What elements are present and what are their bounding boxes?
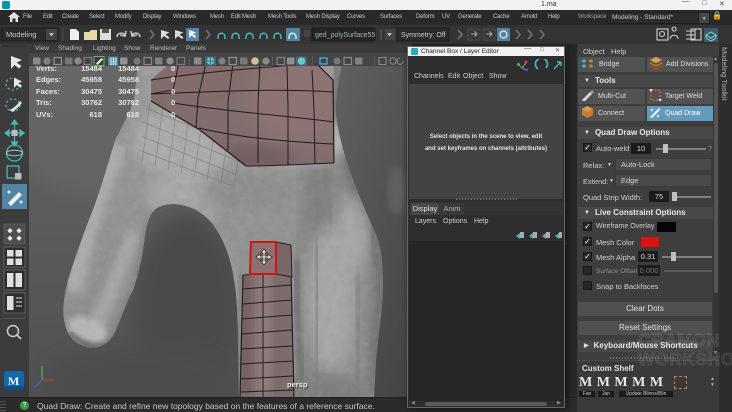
svg-text:M: M (8, 374, 19, 388)
svg-text:ged_polySurface55: ged_polySurface55 (315, 32, 375, 39)
svg-text:Modeling: Modeling (6, 30, 36, 39)
svg-text:Symmetry: Off: Symmetry: Off (401, 32, 446, 39)
